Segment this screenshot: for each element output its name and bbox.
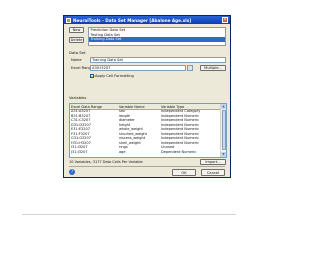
new-button[interactable]: New: [69, 27, 84, 33]
help-icon[interactable]: ?: [69, 169, 75, 175]
title-bar[interactable]: NeuralTools - Data Set Manager [Abalone …: [64, 16, 230, 24]
cell-range: J31:J3207: [71, 149, 88, 154]
import-button[interactable]: Import...: [200, 159, 226, 165]
column-header-variable-type[interactable]: Variable Type: [161, 105, 184, 109]
apply-cell-formatting-label: Apply Cell Formatting: [95, 73, 134, 78]
scroll-up-icon[interactable]: ▲: [221, 104, 226, 109]
column-header-variable-name[interactable]: Variable Name: [119, 105, 145, 109]
dataset-list[interactable]: Prediction Data Set Testing Data Set Tra…: [88, 27, 226, 46]
name-label: Name: [71, 58, 82, 62]
window-title: NeuralTools - Data Set Manager [Abalone …: [73, 17, 192, 23]
cell-type[interactable]: Dependent Numeric: [161, 150, 196, 154]
variables-heading: Variables: [69, 95, 87, 100]
page-divider: [22, 214, 236, 215]
table-body: A31:A3207 sex Independent Category B31:B32…: [70, 109, 221, 154]
delete-button[interactable]: Delete: [69, 37, 84, 43]
app-icon: [66, 17, 71, 23]
column-header-excel-range[interactable]: Excel Data Range: [71, 105, 102, 109]
cell-name: age: [119, 149, 126, 154]
data-set-manager-dialog: NeuralTools - Data Set Manager [Abalone …: [63, 15, 231, 178]
divider: [69, 166, 225, 167]
status-text: 10 Variables, 3177 Data Cells Per Variab…: [69, 160, 143, 164]
range-picker-icon[interactable]: [187, 65, 193, 71]
close-icon[interactable]: ✕: [222, 17, 228, 23]
name-field[interactable]: Training Data Set: [90, 57, 226, 63]
ok-button[interactable]: OK: [172, 169, 196, 176]
variables-table[interactable]: Excel Data Range Variable Name Variable …: [69, 103, 227, 158]
scroll-down-icon[interactable]: ▼: [221, 152, 226, 157]
cancel-button[interactable]: Cancel: [201, 169, 225, 176]
table-row[interactable]: J31:J3207 age Dependent Numeric: [70, 150, 221, 155]
multiple-button[interactable]: Multiple...: [200, 65, 226, 71]
excel-range-field[interactable]: A30:I3207: [90, 65, 186, 71]
dataset-item-training[interactable]: Training Data Set: [89, 37, 225, 42]
table-scrollbar[interactable]: ▲ ▼: [220, 104, 226, 157]
data-set-heading: Data Set: [69, 50, 86, 55]
scrollbar-thumb[interactable]: [221, 110, 226, 150]
apply-cell-formatting-checkbox[interactable]: [90, 74, 94, 78]
